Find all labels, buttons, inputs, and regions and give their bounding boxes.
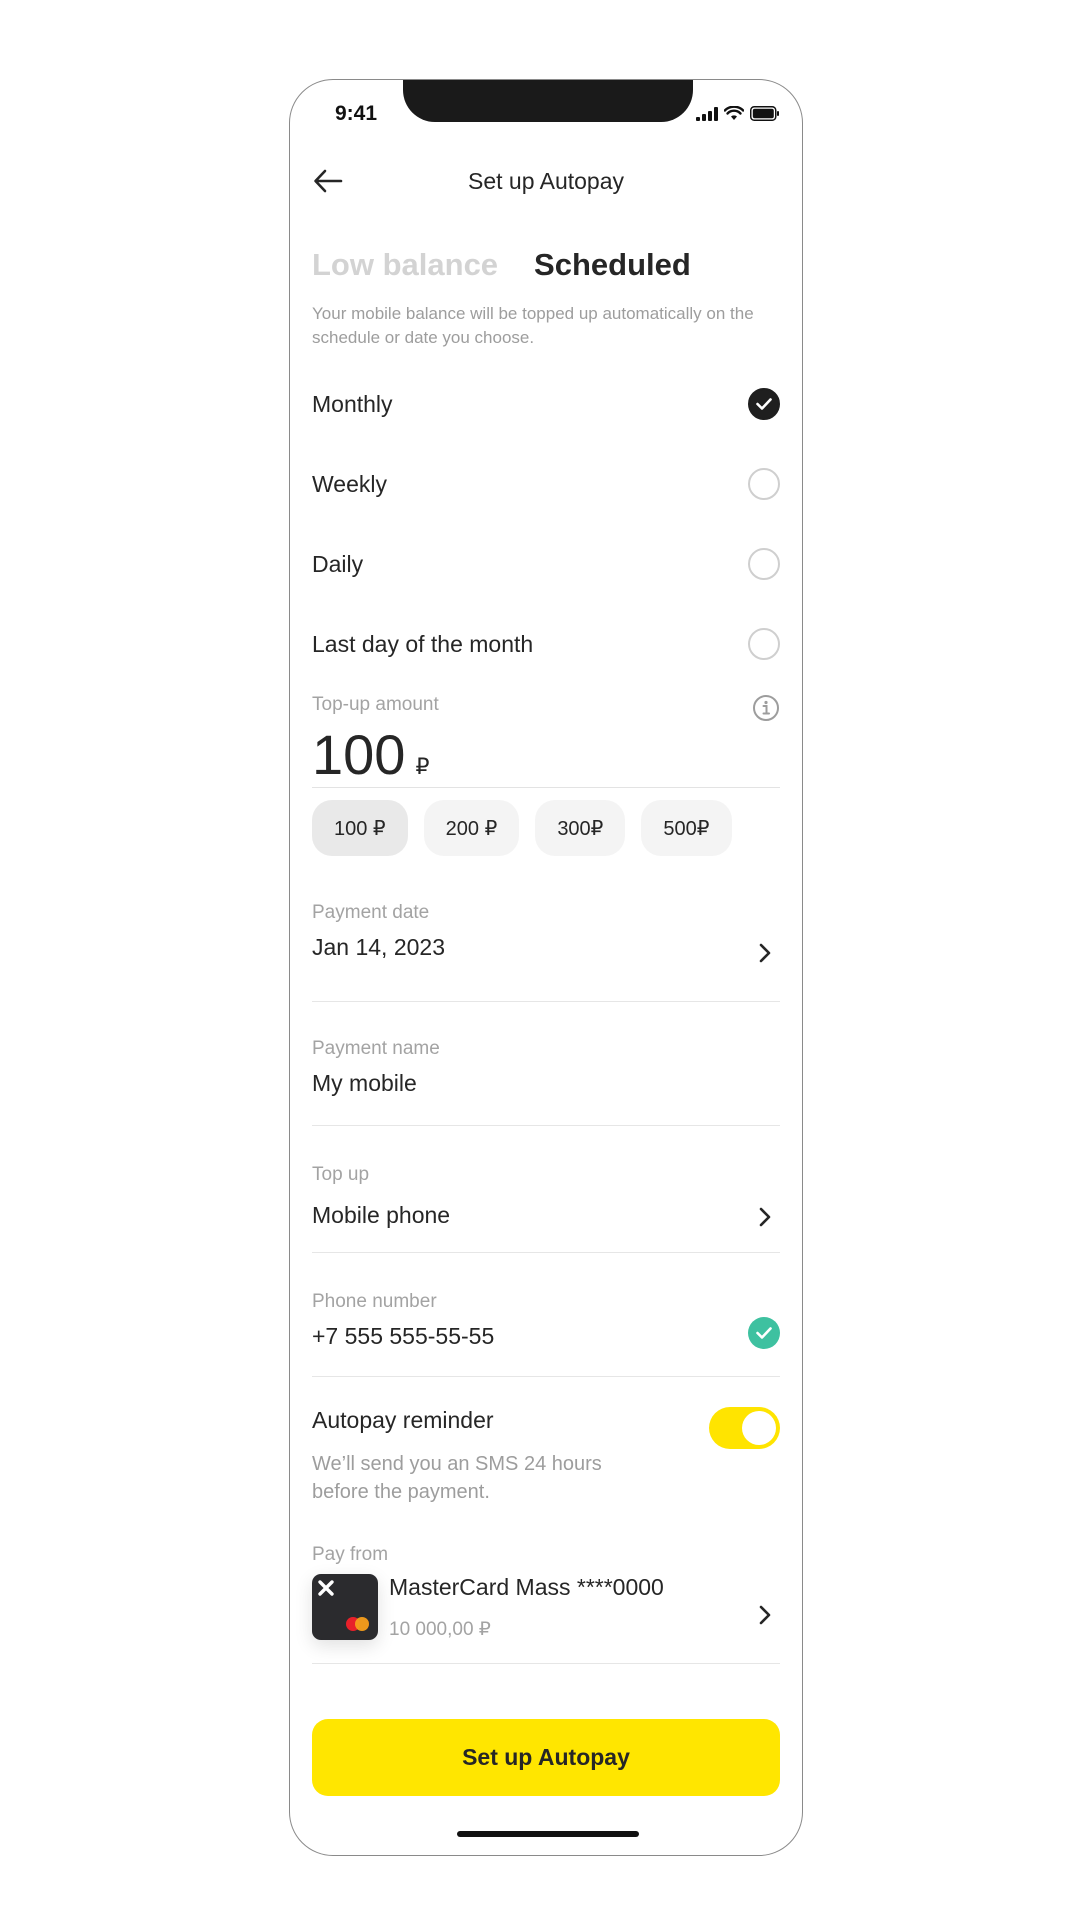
tab-bar: Low balance Scheduled bbox=[312, 240, 780, 290]
chip-200[interactable]: 200 ₽ bbox=[423, 800, 520, 856]
option-last-day[interactable]: Last day of the month bbox=[312, 604, 780, 684]
info-icon[interactable] bbox=[752, 694, 780, 722]
tab-scheduled[interactable]: Scheduled bbox=[534, 247, 691, 283]
main-content: Low balance Scheduled Your mobile balanc… bbox=[312, 240, 780, 1664]
chip-500[interactable]: 500₽ bbox=[641, 800, 732, 856]
option-label: Daily bbox=[312, 550, 364, 577]
signal-icon bbox=[696, 106, 718, 121]
radio-icon[interactable] bbox=[748, 468, 780, 500]
phone-number-value: +7 555 555-55-55 bbox=[312, 1323, 495, 1349]
reminder-toggle[interactable] bbox=[709, 1407, 780, 1449]
payment-name-value: My mobile bbox=[312, 1070, 417, 1096]
status-icons bbox=[696, 106, 780, 121]
payment-date-field[interactable]: Payment date Jan 14, 2023 bbox=[312, 902, 780, 1002]
chip-300[interactable]: 300₽ bbox=[535, 800, 626, 856]
option-daily[interactable]: Daily bbox=[312, 524, 780, 604]
amount-value: 100 bbox=[312, 723, 406, 786]
top-up-value: Mobile phone bbox=[312, 1202, 451, 1228]
battery-icon bbox=[750, 106, 779, 121]
quick-amounts: 100 ₽ 200 ₽ 300₽ 500₽ bbox=[312, 800, 780, 856]
toggle-knob bbox=[742, 1411, 776, 1445]
payment-date-label: Payment date bbox=[312, 902, 430, 923]
amount-label: Top-up amount bbox=[312, 694, 439, 715]
wifi-icon bbox=[724, 106, 744, 120]
tab-low-balance[interactable]: Low balance bbox=[312, 247, 498, 283]
amount-input[interactable]: 100 ₽ bbox=[312, 722, 780, 788]
option-label: Last day of the month bbox=[312, 630, 534, 657]
reminder-section: Autopay reminder We’ll send you an SMS 2… bbox=[312, 1407, 780, 1506]
home-indicator bbox=[457, 1831, 639, 1837]
pay-from-label: Pay from bbox=[312, 1544, 389, 1565]
radio-icon[interactable] bbox=[748, 628, 780, 660]
card-icon bbox=[312, 1574, 378, 1640]
card-balance: 10 000,00 ₽ bbox=[389, 1619, 491, 1640]
pay-from-field[interactable]: Pay from MasterCard Mass ****0000 10 000… bbox=[312, 1544, 780, 1664]
verified-check-icon bbox=[748, 1317, 780, 1349]
option-monthly[interactable]: Monthly bbox=[312, 364, 780, 444]
payment-date-value: Jan 14, 2023 bbox=[312, 934, 446, 960]
description: Your mobile balance will be topped up au… bbox=[312, 304, 754, 347]
notch bbox=[403, 80, 693, 122]
card-name: MasterCard Mass ****0000 bbox=[389, 1574, 664, 1600]
radio-icon[interactable] bbox=[748, 548, 780, 580]
chevron-right-icon bbox=[759, 943, 771, 963]
schedule-options: Monthly Weekly Daily Last day of the mon… bbox=[312, 364, 780, 684]
payment-name-field[interactable]: Payment name My mobile bbox=[312, 1038, 780, 1126]
option-weekly[interactable]: Weekly bbox=[312, 444, 780, 524]
chip-100[interactable]: 100 ₽ bbox=[312, 800, 408, 856]
header: Set up Autopay bbox=[290, 158, 802, 206]
reminder-description: We’ll send you an SMS 24 hours before th… bbox=[312, 1453, 602, 1503]
status-time: 9:41 bbox=[335, 102, 378, 125]
top-up-field[interactable]: Top up Mobile phone bbox=[312, 1164, 780, 1253]
option-label: Monthly bbox=[312, 390, 393, 417]
top-up-label: Top up bbox=[312, 1164, 370, 1185]
page-title: Set up Autopay bbox=[467, 168, 624, 194]
phone-frame: 9:41 Set up Autopay Low balance Schedule… bbox=[289, 79, 803, 1856]
payment-name-label: Payment name bbox=[312, 1038, 440, 1059]
chevron-right-icon bbox=[759, 1207, 771, 1227]
phone-number-field[interactable]: Phone number +7 555 555-55-55 bbox=[312, 1291, 780, 1377]
chevron-right-icon bbox=[759, 1605, 771, 1625]
set-up-autopay-button[interactable]: Set up Autopay bbox=[312, 1719, 780, 1796]
amount-section: Top-up amount 100 ₽ bbox=[312, 694, 780, 788]
option-label: Weekly bbox=[312, 470, 387, 497]
phone-number-label: Phone number bbox=[312, 1291, 437, 1312]
radio-checked-icon[interactable] bbox=[748, 388, 780, 420]
amount-currency: ₽ bbox=[415, 754, 430, 779]
